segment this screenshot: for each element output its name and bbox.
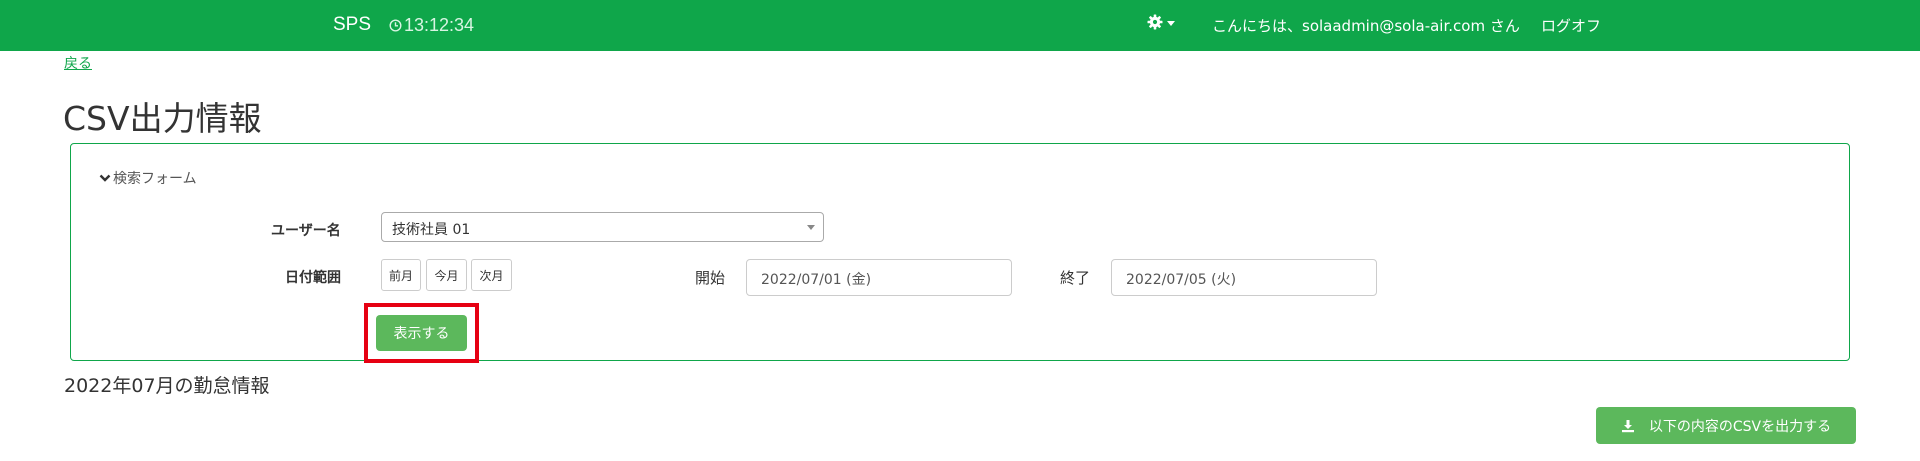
gear-icon — [1147, 14, 1163, 30]
start-date-label: 開始 — [695, 269, 726, 287]
chevron-down-icon — [1167, 20, 1175, 26]
clock-icon — [389, 19, 402, 32]
brand-logo[interactable]: SPS — [333, 14, 371, 36]
end-date-input[interactable]: 2022/07/05 (火) — [1111, 259, 1377, 296]
search-form-toggle-label: 検索フォーム — [113, 171, 197, 187]
select-arrow-icon — [807, 225, 815, 230]
date-range-label: 日付範囲 — [285, 270, 341, 286]
logout-link[interactable]: ログオフ — [1541, 15, 1601, 36]
user-name-label: ユーザー名 — [271, 223, 341, 239]
chevron-down-icon — [99, 174, 111, 182]
prev-month-button[interactable]: 前月 — [381, 259, 421, 291]
start-date-input[interactable]: 2022/07/01 (金) — [746, 259, 1012, 296]
clock: 13:12:34 — [389, 15, 474, 36]
next-month-button[interactable]: 次月 — [471, 259, 512, 291]
search-form-panel: 検索フォーム ユーザー名 技術社員 01 日付範囲 前月 今月 次月 開始 20… — [70, 143, 1850, 363]
user-name-select[interactable]: 技術社員 01 — [381, 212, 824, 242]
navbar: SPS 13:12:34 こんにちは、solaadmin@sola-air.co… — [0, 0, 1920, 51]
download-icon — [1621, 419, 1634, 432]
user-name-value: 技術社員 01 — [392, 222, 471, 238]
export-csv-button[interactable]: 以下の内容のCSVを出力する — [1596, 407, 1856, 444]
attendance-section-title: 2022年07月の勤怠情報 — [64, 375, 270, 397]
export-csv-label: 以下の内容のCSVを出力する — [1648, 418, 1832, 435]
clock-time: 13:12:34 — [404, 15, 475, 35]
show-button[interactable]: 表示する — [376, 315, 467, 351]
page-title: CSV出力情報 — [63, 99, 262, 138]
settings-dropdown[interactable] — [1147, 14, 1175, 30]
back-link[interactable]: 戻る — [64, 53, 92, 73]
this-month-button[interactable]: 今月 — [426, 259, 467, 291]
end-date-label: 終了 — [1060, 269, 1091, 287]
greeting-text: こんにちは、solaadmin@sola-air.com さん — [1212, 17, 1520, 35]
search-form-toggle[interactable]: 検索フォーム — [99, 168, 197, 188]
